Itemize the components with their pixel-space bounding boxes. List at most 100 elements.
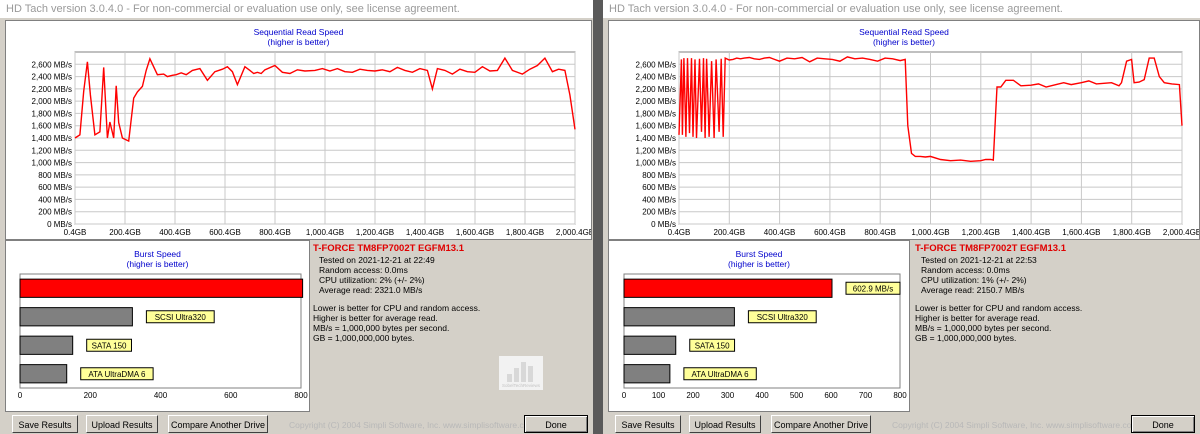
x-tick-label: 1,000.4GB bbox=[911, 228, 949, 237]
drive-name: T-FORCE TM8FP7002T EGFM13.1 bbox=[313, 243, 464, 254]
x-tick-label: 600.4GB bbox=[814, 228, 846, 237]
x-tick-label: 800 bbox=[893, 391, 907, 400]
watermark-text: SobelTechReviews bbox=[502, 383, 541, 388]
note-mbs: MB/s = 1,000,000 bytes per second. bbox=[313, 323, 450, 333]
y-tick-label: 1,600 MB/s bbox=[636, 122, 676, 131]
sequential-read-chart: 0 MB/s200 MB/s400 MB/s600 MB/s800 MB/s1,… bbox=[636, 51, 1199, 237]
y-tick-label: 2,400 MB/s bbox=[32, 73, 72, 82]
burst-bar-reference bbox=[623, 335, 677, 355]
x-tick-label: 400 bbox=[154, 391, 168, 400]
y-tick-label: 2,400 MB/s bbox=[636, 73, 676, 82]
x-tick-label: 600 bbox=[224, 391, 238, 400]
burst-bar-reference bbox=[19, 364, 68, 384]
window-title: HD Tach version 3.0.4.0 - For non-commer… bbox=[603, 0, 1200, 18]
results-info: T-FORCE TM8FP7002T EGFM13.1 Tested on 20… bbox=[915, 243, 1195, 343]
y-tick-label: 2,200 MB/s bbox=[32, 85, 72, 94]
tested-on: Tested on 2021-12-21 at 22:49 bbox=[319, 255, 435, 265]
x-tick-label: 1,600.4GB bbox=[1062, 228, 1100, 237]
note-mbs: MB/s = 1,000,000 bytes per second. bbox=[915, 323, 1052, 333]
burst-bar-tested-drive bbox=[623, 278, 833, 298]
x-tick-label: 700 bbox=[859, 391, 873, 400]
x-tick-label: 200 bbox=[84, 391, 98, 400]
y-tick-label: 400 MB/s bbox=[642, 195, 676, 204]
done-button[interactable]: Done bbox=[524, 415, 588, 433]
x-tick-label: 600.4GB bbox=[209, 228, 241, 237]
y-tick-label: 1,000 MB/s bbox=[32, 159, 72, 168]
random-access: Random access: 0.0ms bbox=[319, 265, 408, 275]
save-results-button[interactable]: Save Results bbox=[615, 415, 681, 433]
y-tick-label: 600 MB/s bbox=[38, 183, 72, 192]
x-tick-label: 0.4GB bbox=[668, 228, 691, 237]
burst-bar-reference bbox=[623, 307, 735, 327]
drive-name: T-FORCE TM8FP7002T EGFM13.1 bbox=[915, 243, 1066, 254]
y-tick-label: 200 MB/s bbox=[38, 208, 72, 217]
burst-speed-panel: Burst Speed (higher is better) 0 200 400 60… bbox=[5, 240, 310, 412]
x-tick-label: 1,200.4GB bbox=[356, 228, 394, 237]
cpu-utilization: CPU utilization: 1% (+/- 2%) bbox=[921, 275, 1027, 285]
copyright-text: Copyright (C) 2004 Simpli Software, Inc.… bbox=[892, 420, 1139, 430]
x-tick-label: 400.4GB bbox=[764, 228, 796, 237]
note-higher-better: Higher is better for average read. bbox=[915, 313, 1040, 323]
burst-speed-panel: Burst Speed (higher is better) 0 100 200 30… bbox=[608, 240, 910, 412]
compare-another-drive-button[interactable]: Compare Another Drive bbox=[771, 415, 871, 433]
burst-bar-reference bbox=[623, 364, 671, 384]
hdtach-window-right: HD Tach version 3.0.4.0 - For non-commer… bbox=[603, 0, 1200, 434]
done-button[interactable]: Done bbox=[1131, 415, 1195, 433]
x-tick-label: 1,200.4GB bbox=[962, 228, 1000, 237]
average-read: Average read: 2321.0 MB/s bbox=[319, 285, 423, 295]
y-tick-label: 800 MB/s bbox=[642, 171, 676, 180]
y-tick-label: 400 MB/s bbox=[38, 195, 72, 204]
x-tick-label: 300 bbox=[721, 391, 735, 400]
y-tick-label: 2,000 MB/s bbox=[32, 97, 72, 106]
y-tick-label: 1,400 MB/s bbox=[32, 134, 72, 143]
y-tick-label: 2,600 MB/s bbox=[636, 60, 676, 69]
sequential-read-panel: Sequential Read Speed (higher is better)… bbox=[608, 20, 1200, 240]
x-tick-label: 200.4GB bbox=[109, 228, 141, 237]
x-tick-label: 400.4GB bbox=[159, 228, 191, 237]
note-higher-better: Higher is better for average read. bbox=[313, 313, 438, 323]
x-tick-label: 200.4GB bbox=[714, 228, 746, 237]
compare-another-drive-button[interactable]: Compare Another Drive bbox=[168, 415, 268, 433]
note-gb: GB = 1,000,000,000 bytes. bbox=[313, 333, 415, 343]
burst-speed-chart: 0 100 200 300 400 500 600 700 800 602.9 MB/s SCSI … bbox=[622, 273, 907, 400]
x-tick-label: 1,400.4GB bbox=[1012, 228, 1050, 237]
x-tick-label: 2,000.4GB bbox=[556, 228, 591, 237]
x-tick-label: 1,800.4GB bbox=[506, 228, 544, 237]
note-lower-better: Lower is better for CPU and random acces… bbox=[313, 303, 481, 313]
burst-value-label: SATA 150 bbox=[92, 341, 127, 350]
x-tick-label: 1,000.4GB bbox=[306, 228, 344, 237]
x-tick-label: 600 bbox=[824, 391, 838, 400]
note-lower-better: Lower is better for CPU and random acces… bbox=[915, 303, 1083, 313]
burst-bar-reference bbox=[19, 335, 74, 355]
save-results-button[interactable]: Save Results bbox=[12, 415, 78, 433]
y-tick-label: 1,400 MB/s bbox=[636, 134, 676, 143]
y-tick-label: 1,200 MB/s bbox=[636, 146, 676, 155]
x-tick-label: 0 bbox=[622, 391, 627, 400]
note-gb: GB = 1,000,000,000 bytes. bbox=[915, 333, 1017, 343]
burst-value-label: ATA UltraDMA 6 bbox=[692, 370, 750, 379]
cpu-utilization: CPU utilization: 2% (+/- 2%) bbox=[319, 275, 425, 285]
y-tick-label: 200 MB/s bbox=[642, 208, 676, 217]
x-tick-label: 0 bbox=[18, 391, 23, 400]
y-tick-label: 1,800 MB/s bbox=[32, 109, 72, 118]
random-access: Random access: 0.0ms bbox=[921, 265, 1010, 275]
results-info: T-FORCE TM8FP7002T EGFM13.1 Tested on 20… bbox=[313, 243, 588, 343]
x-tick-label: 200 bbox=[686, 391, 700, 400]
tested-on: Tested on 2021-12-21 at 22:53 bbox=[921, 255, 1037, 265]
y-tick-label: 2,600 MB/s bbox=[32, 60, 72, 69]
x-tick-label: 400 bbox=[755, 391, 769, 400]
burst-value-label: SATA 150 bbox=[695, 341, 730, 350]
x-tick-label: 100 bbox=[652, 391, 666, 400]
burst-bar-tested-drive bbox=[19, 278, 304, 298]
x-tick-label: 500 bbox=[790, 391, 804, 400]
watermark-logo: SobelTechReviews bbox=[499, 356, 543, 390]
x-tick-label: 2,000.4GB bbox=[1163, 228, 1199, 237]
y-tick-label: 1,600 MB/s bbox=[32, 122, 72, 131]
upload-results-button[interactable]: Upload Results bbox=[689, 415, 761, 433]
x-tick-label: 1,400.4GB bbox=[406, 228, 444, 237]
upload-results-button[interactable]: Upload Results bbox=[86, 415, 158, 433]
burst-value-label: SCSI Ultra320 bbox=[757, 313, 809, 322]
average-read: Average read: 2150.7 MB/s bbox=[921, 285, 1025, 295]
burst-speed-chart: 0200400600800804.6 MB/sSCSI Ultra320SATA… bbox=[18, 273, 308, 400]
hdtach-window-left: HD Tach version 3.0.4.0 - For non-commer… bbox=[0, 0, 593, 434]
